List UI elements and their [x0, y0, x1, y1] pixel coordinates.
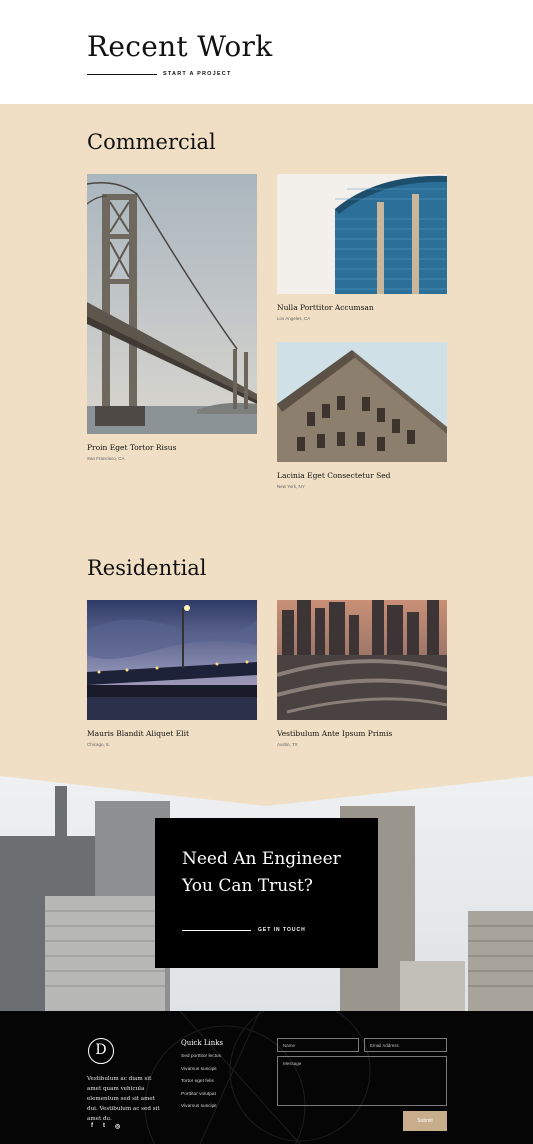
quick-link[interactable]: Vivamus suscipit: [181, 1104, 217, 1109]
card-title[interactable]: Lacinia Eget Consectetur Sed: [277, 471, 390, 480]
message-field[interactable]: Message: [277, 1056, 447, 1106]
page-header: Recent Work START A PROJECT: [0, 0, 533, 104]
night-bridge-image[interactable]: [87, 600, 257, 720]
quick-link[interactable]: Tortor eget felis: [181, 1079, 214, 1084]
footer: D Vestibulum ac diam sit amet quam vehic…: [0, 1011, 533, 1144]
card-location: New York, NY: [277, 484, 305, 489]
glass-tower-image[interactable]: [277, 174, 447, 294]
quick-link[interactable]: Porttitor volutpat: [181, 1092, 216, 1097]
footer-about-text: Vestibulum ac diam sit amet quam vehicul…: [87, 1076, 160, 1122]
commercial-title: Commercial: [87, 130, 216, 154]
email-placeholder: Email Address: [370, 1043, 399, 1048]
classic-building-image[interactable]: [277, 342, 447, 462]
card-title[interactable]: Vestibulum Ante Ipsum Primis: [277, 729, 392, 738]
quick-link[interactable]: Vivamus suscipit: [181, 1067, 217, 1072]
card-title[interactable]: Proin Eget Tortor Risus: [87, 443, 176, 452]
city-highway-image[interactable]: [277, 600, 447, 720]
cta-heading: Need An Engineer You Can Trust?: [182, 849, 341, 896]
quick-link[interactable]: Sed porttitor lectus: [181, 1054, 221, 1059]
twitter-icon[interactable]: t: [103, 1123, 105, 1129]
name-placeholder: Name: [283, 1043, 296, 1048]
logo-icon[interactable]: D: [88, 1038, 114, 1064]
card-title[interactable]: Mauris Blandit Aliquet Elit: [87, 729, 189, 738]
cta-divider: [182, 930, 251, 931]
card-location: Chicago, IL: [87, 742, 110, 747]
portfolio-section: [0, 104, 533, 776]
email-field[interactable]: Email Address: [364, 1038, 447, 1052]
name-field[interactable]: Name: [277, 1038, 359, 1052]
residential-title: Residential: [87, 556, 207, 580]
card-location: Austin, TX: [277, 742, 298, 747]
card-title[interactable]: Nulla Porttitor Accumsan: [277, 303, 374, 312]
quick-links-title: Quick Links: [181, 1039, 224, 1047]
page-title: Recent Work: [87, 30, 273, 63]
submit-button[interactable]: Submit: [403, 1111, 447, 1131]
instagram-icon[interactable]: ◎: [115, 1123, 120, 1130]
card-location: San Francisco, CA: [87, 456, 125, 461]
message-placeholder: Message: [283, 1061, 302, 1066]
header-divider: [87, 74, 157, 75]
cta-box: Need An Engineer You Can Trust? GET IN T…: [155, 818, 378, 968]
facebook-icon[interactable]: f: [91, 1123, 93, 1129]
bridge-image[interactable]: [87, 174, 257, 434]
get-in-touch-link[interactable]: GET IN TOUCH: [258, 927, 306, 933]
card-location: Los Angeles, CA: [277, 316, 311, 321]
start-project-link[interactable]: START A PROJECT: [163, 71, 232, 77]
